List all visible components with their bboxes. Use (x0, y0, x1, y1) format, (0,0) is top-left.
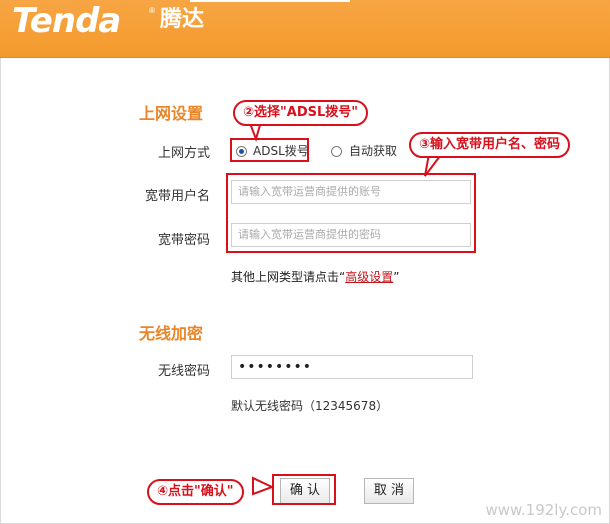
step4-callout: ④点击"确认" (147, 479, 244, 505)
watermark: www.192ly.com (485, 501, 602, 519)
step3-callout: ③输入宽带用户名、密码 (409, 132, 571, 158)
step2-callout: ②选择"ADSL拨号" (233, 100, 369, 126)
callout-pointers (246, 117, 448, 496)
